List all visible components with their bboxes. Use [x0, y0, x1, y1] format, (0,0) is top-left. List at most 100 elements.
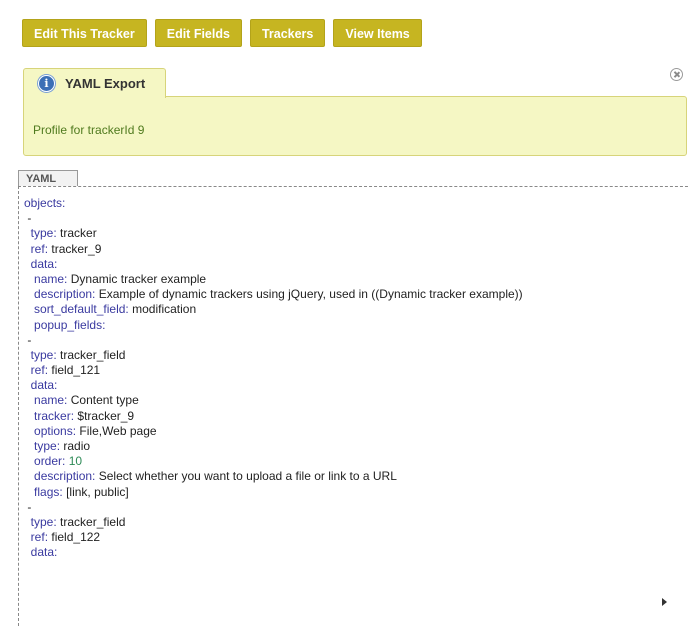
yaml-key: name [34, 271, 65, 286]
yaml-key: sort_default_field [34, 302, 126, 317]
yaml-key: objects [24, 196, 63, 210]
yaml-indent [24, 545, 31, 559]
yaml-colon: : [54, 545, 58, 560]
yaml-key: type [34, 439, 57, 453]
scroll-arrow-icon [662, 598, 667, 606]
yaml-indent [24, 257, 31, 271]
message-panel: Profile for trackerId 9 [23, 96, 687, 156]
yaml-value: [link, public] [66, 484, 129, 499]
yaml-line: ref: field_121 [24, 363, 523, 378]
yaml-key: data [30, 256, 55, 271]
yaml-line: name: Content type [24, 393, 523, 408]
yaml-key: ref [30, 530, 45, 545]
yaml-line: - [24, 333, 523, 348]
yaml-key: type [30, 347, 54, 362]
yaml-value: Content type [70, 393, 139, 408]
yaml-line: - [24, 211, 523, 226]
yaml-line: name: Dynamic tracker example [24, 272, 523, 287]
yaml-key: order [34, 454, 63, 469]
yaml-key: tracker [34, 408, 71, 423]
yaml-indent [24, 454, 34, 468]
yaml-line: options: File,Web page [24, 424, 523, 439]
yaml-value: - [27, 211, 32, 226]
yaml-indent [24, 393, 34, 407]
yaml-indent [24, 439, 34, 453]
yaml-indent [24, 348, 31, 362]
yaml-value: Select whether you want to upload a file… [98, 469, 397, 484]
yaml-line: sort_default_field: modification [24, 302, 523, 317]
yaml-value: Example of dynamic trackers using jQuery… [98, 287, 523, 302]
yaml-key: description [34, 287, 93, 302]
panel-tab-yaml-export[interactable]: i YAML Export [23, 68, 166, 98]
yaml-indent [24, 242, 31, 256]
edit-fields-button[interactable]: Edit Fields [154, 19, 242, 47]
yaml-content: objects: - type: tracker ref: tracker_9 … [18, 186, 690, 626]
panel-message: Profile for trackerId 9 [33, 123, 145, 137]
yaml-line: flags: [link, public] [24, 485, 523, 500]
yaml-line: - [24, 500, 523, 515]
yaml-line: type: radio [24, 439, 523, 454]
yaml-key: flags [34, 484, 60, 499]
yaml-value: modification [132, 302, 197, 317]
yaml-line: data: [24, 257, 523, 272]
yaml-line: description: Select whether you want to … [24, 469, 523, 484]
yaml-key: data [30, 378, 55, 393]
yaml-value: tracker_field [60, 347, 126, 362]
yaml-line: ref: field_122 [24, 530, 523, 545]
yaml-line: popup_fields: [24, 318, 523, 333]
yaml-line: data: [24, 545, 523, 560]
yaml-value: 10 [68, 454, 83, 469]
yaml-value: $tracker_9 [77, 408, 135, 423]
yaml-value: field_122 [51, 530, 101, 545]
yaml-line: type: tracker_field [24, 515, 523, 530]
yaml-line: objects: [24, 196, 523, 211]
yaml-line: data: [24, 378, 523, 393]
yaml-value: tracker [60, 226, 97, 241]
panel-tab-label: YAML Export [65, 76, 146, 91]
yaml-value: field_121 [51, 363, 101, 378]
trackers-button[interactable]: Trackers [249, 19, 326, 47]
info-icon: i [38, 75, 55, 92]
yaml-line: type: tracker_field [24, 348, 523, 363]
yaml-tab[interactable]: YAML [18, 170, 78, 187]
yaml-colon: : [62, 196, 66, 210]
close-icon[interactable] [670, 68, 683, 81]
yaml-indent [24, 363, 31, 377]
view-items-button[interactable]: View Items [333, 19, 422, 47]
yaml-value: radio [63, 439, 91, 453]
yaml-indent [24, 302, 34, 316]
yaml-indent [24, 409, 34, 423]
yaml-key: ref [30, 363, 45, 378]
yaml-key: type [30, 514, 54, 529]
yaml-indent [24, 287, 34, 301]
yaml-value: tracker_9 [51, 241, 102, 256]
yaml-key: data [30, 545, 55, 560]
toolbar: Edit This Tracker Edit Fields Trackers V… [22, 19, 422, 47]
yaml-indent [24, 485, 34, 499]
yaml-indent [24, 318, 34, 332]
yaml-indent [24, 515, 31, 529]
yaml-key: type [30, 226, 54, 241]
yaml-key: description [34, 469, 93, 484]
yaml-value: Dynamic tracker example [70, 271, 207, 286]
yaml-line: tracker: $tracker_9 [24, 409, 523, 424]
yaml-line: type: tracker [24, 226, 523, 241]
yaml-key: name [34, 393, 65, 408]
yaml-indent [24, 378, 31, 392]
yaml-key: options [34, 423, 73, 438]
yaml-colon: : [54, 256, 58, 271]
yaml-indent [24, 469, 34, 483]
yaml-line: ref: tracker_9 [24, 242, 523, 257]
yaml-indent [24, 530, 31, 544]
yaml-line: order: 10 [24, 454, 523, 469]
yaml-indent [24, 226, 31, 240]
yaml-value: - [27, 332, 32, 347]
yaml-value: File,Web page [79, 423, 157, 438]
yaml-line: description: Example of dynamic trackers… [24, 287, 523, 302]
yaml-colon: : [54, 378, 58, 393]
yaml-indent [24, 424, 34, 438]
yaml-value: tracker_field [60, 514, 126, 529]
edit-this-tracker-button[interactable]: Edit This Tracker [22, 19, 147, 47]
yaml-key: popup_fields [34, 317, 103, 332]
yaml-key: ref [30, 241, 45, 256]
